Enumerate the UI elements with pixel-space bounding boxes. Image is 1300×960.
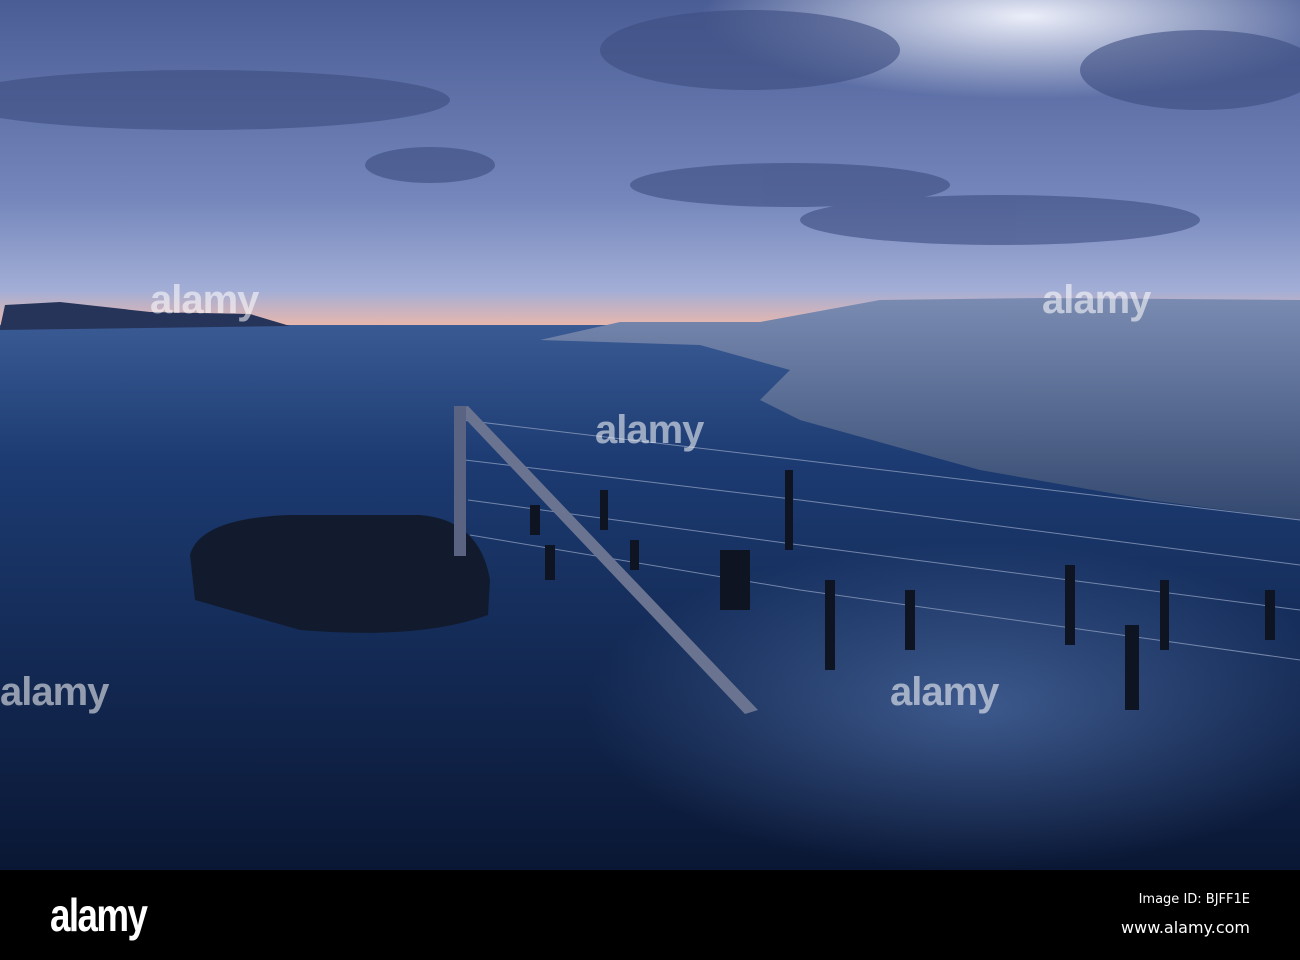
watermark: alamy (595, 408, 704, 452)
watermark: alamy (1042, 278, 1151, 322)
footer-logo: alamy (50, 889, 148, 941)
footer-bar: alamy Image ID: BJFF1E www.alamy.com (0, 870, 1300, 960)
watermark: alamy (150, 278, 259, 322)
watermark: alamy (890, 670, 999, 714)
site-url[interactable]: www.alamy.com (1121, 918, 1250, 937)
watermark: alamy (0, 670, 109, 714)
photo-page: alamy alamy alamy alamy alamy alamy Imag… (0, 0, 1300, 960)
image-id: Image ID: BJFF1E (1138, 892, 1250, 907)
fence-post (454, 406, 466, 556)
